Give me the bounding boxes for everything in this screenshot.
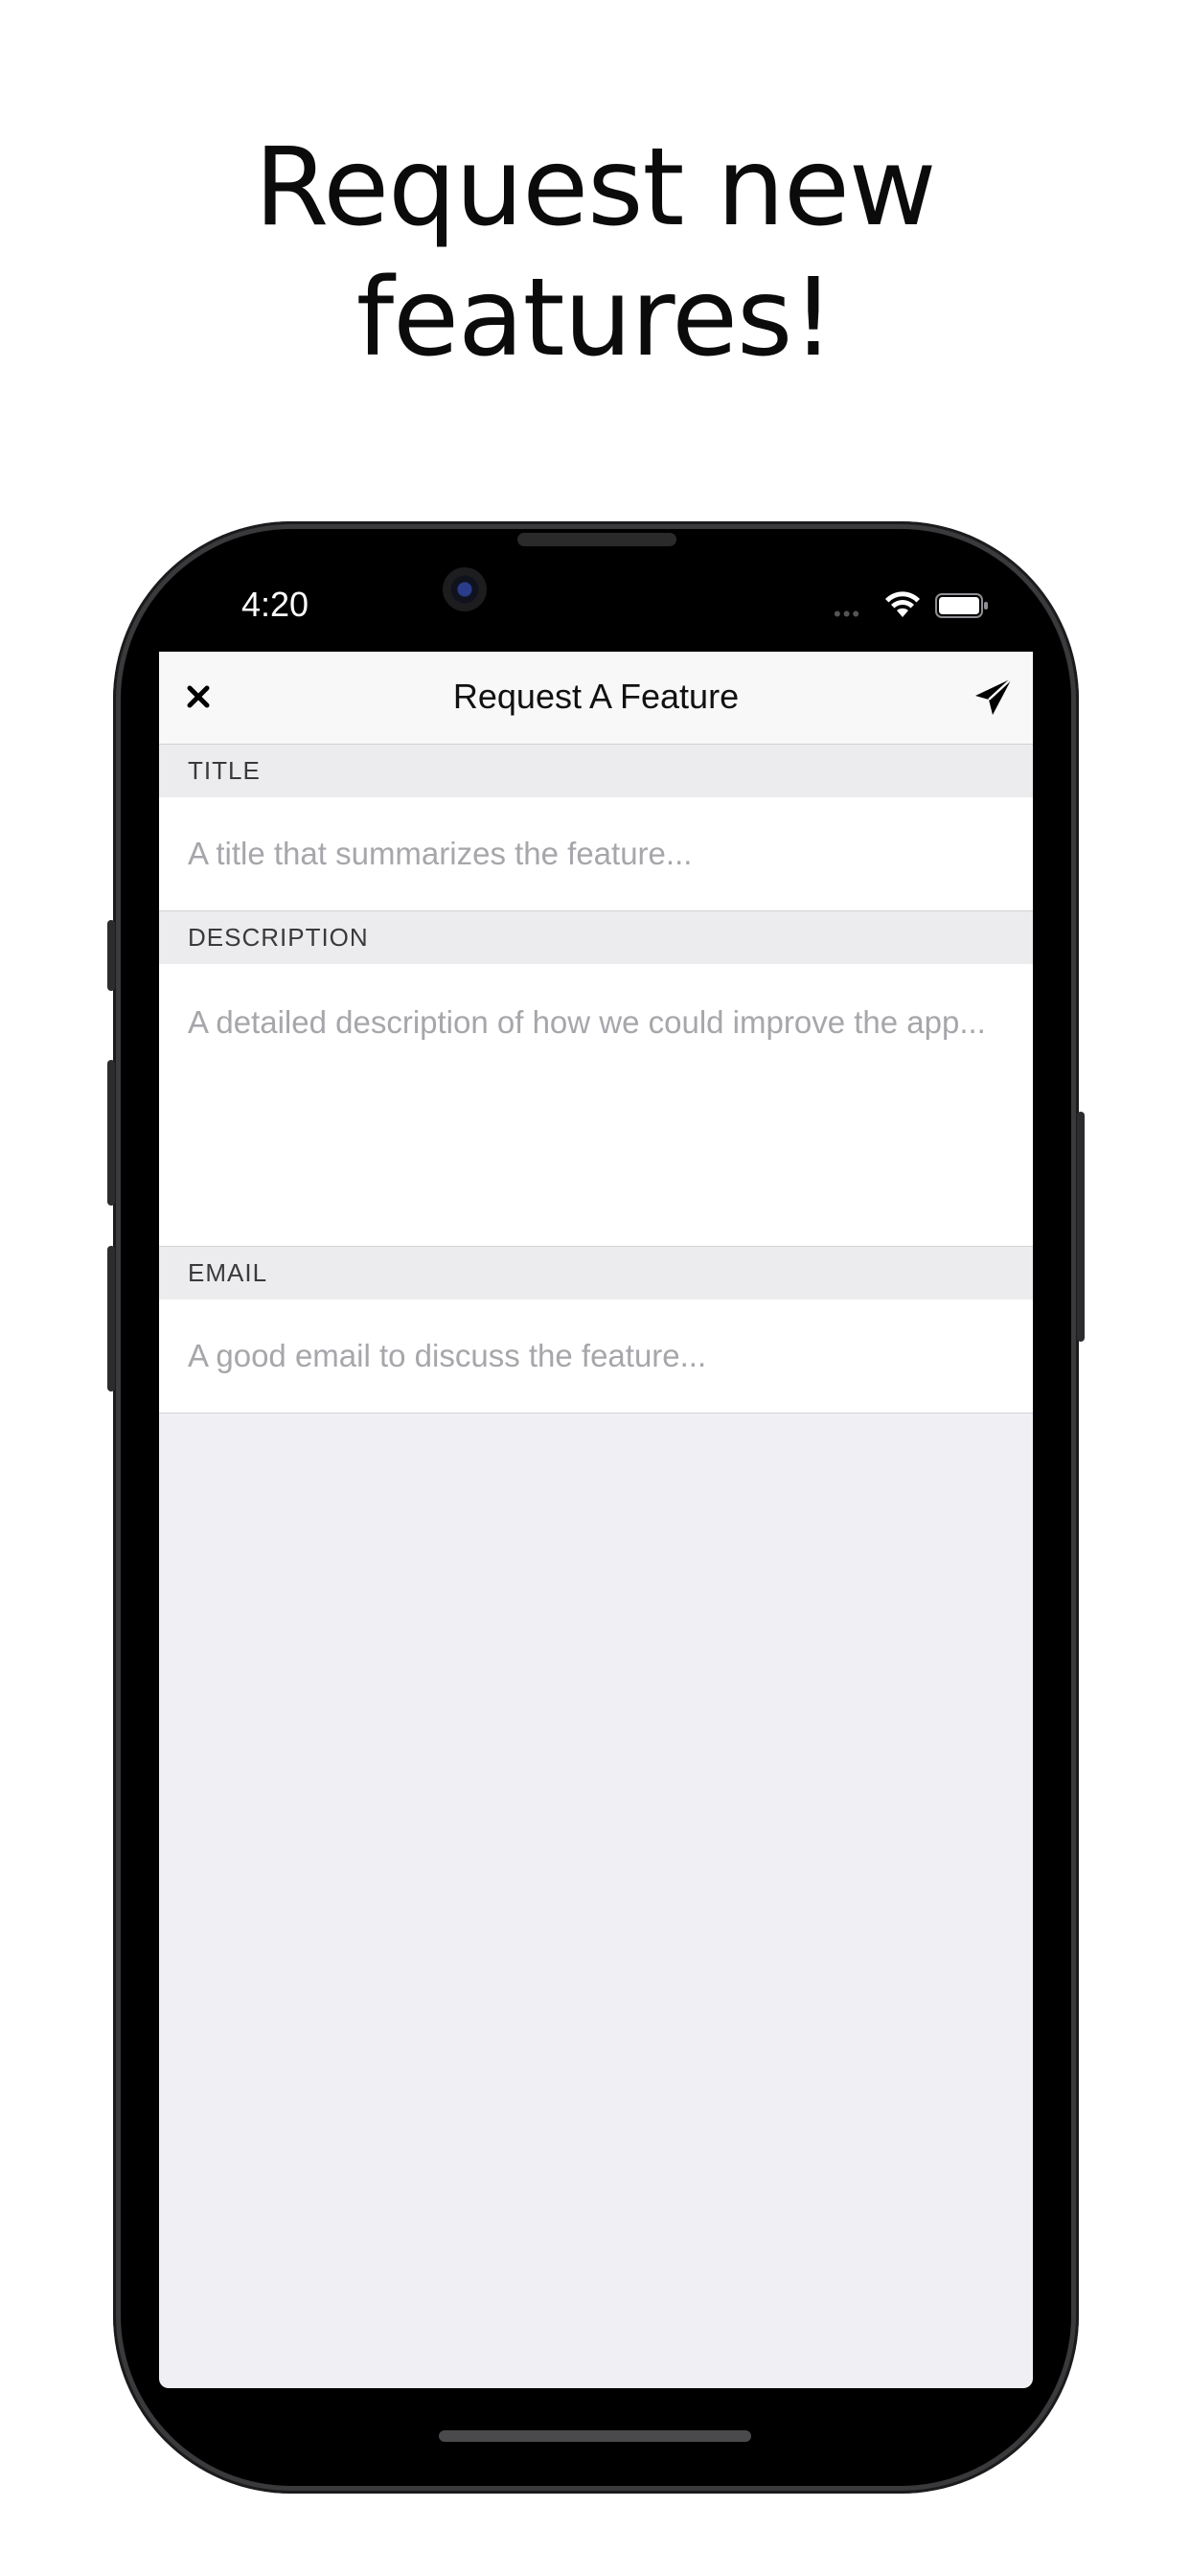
section-header-description-label: DESCRIPTION: [188, 923, 369, 952]
email-field-container: [159, 1300, 1033, 1413]
navigation-bar: Request A Feature: [159, 652, 1033, 745]
phone-side-button-power: [1077, 1112, 1085, 1342]
title-input[interactable]: [188, 797, 995, 910]
nav-title: Request A Feature: [452, 677, 740, 716]
promo-headline: Request new features!: [0, 123, 1190, 383]
paper-plane-icon[interactable]: [970, 673, 1018, 721]
headline-line-1: Request new: [254, 126, 936, 250]
section-header-email-label: EMAIL: [188, 1258, 268, 1287]
description-field-container: [159, 964, 1033, 1246]
home-indicator[interactable]: [439, 2430, 751, 2442]
status-time: 4:20: [241, 585, 309, 624]
section-header-title: TITLE: [159, 745, 1033, 797]
headline-line-2: features!: [355, 256, 835, 380]
phone-speaker: [517, 533, 676, 546]
title-field-container: [159, 797, 1033, 910]
phone-side-button-volume-down: [107, 1246, 115, 1392]
email-input[interactable]: [188, 1300, 995, 1413]
cellular-signal-icon: •••: [834, 602, 862, 626]
app-screen: Request A Feature TITLE DESCRIPTION EMAI…: [159, 652, 1033, 2388]
section-header-email: EMAIL: [159, 1247, 1033, 1300]
section-header-description: DESCRIPTION: [159, 911, 1033, 964]
phone-side-button-volume-up: [107, 1060, 115, 1206]
phone-side-button-silent: [107, 920, 115, 991]
camera-icon: [443, 567, 487, 611]
section-header-title-label: TITLE: [188, 756, 261, 785]
battery-icon: [935, 593, 988, 618]
divider: [159, 1413, 1033, 1414]
description-textarea[interactable]: [188, 1000, 995, 1221]
wifi-icon: [885, 591, 920, 617]
